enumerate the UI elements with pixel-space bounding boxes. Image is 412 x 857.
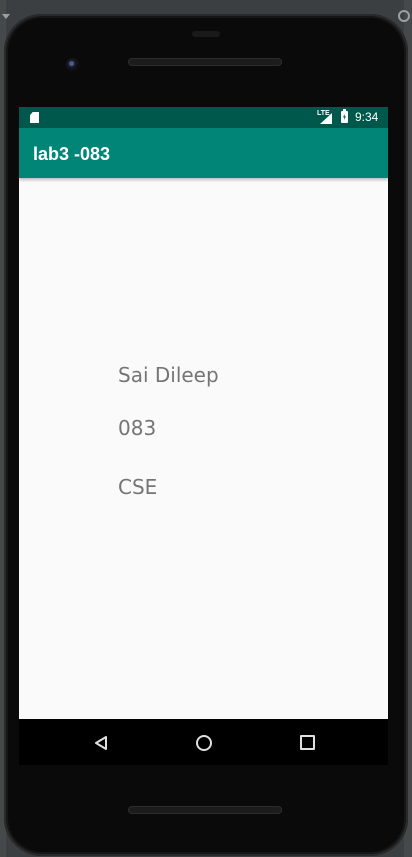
status-clock: 9:34: [355, 110, 379, 124]
home-icon[interactable]: [196, 735, 212, 751]
app-bar: lab3 -083: [19, 128, 388, 178]
front-camera-icon: [66, 58, 80, 72]
name-text: Sai Dileep: [118, 363, 219, 387]
navigation-bar: [19, 719, 388, 765]
sd-card-icon: [30, 112, 39, 123]
recents-icon[interactable]: [300, 735, 315, 750]
app-title: lab3 -083: [33, 144, 111, 164]
gear-icon[interactable]: [398, 10, 410, 22]
phone-frame: LTE 9:34 lab3 -083 Sai Dileep 083 CSE: [4, 14, 408, 856]
roll-number-text: 083: [118, 416, 157, 440]
dropdown-arrow-icon[interactable]: [2, 14, 10, 19]
top-speaker-grille: [128, 58, 282, 66]
branch-text: CSE: [118, 475, 158, 499]
earpiece-slot: [192, 31, 220, 37]
battery-charging-icon: [341, 109, 348, 123]
device-screen: LTE 9:34 lab3 -083 Sai Dileep 083 CSE: [19, 107, 388, 719]
bottom-speaker-grille: [128, 806, 282, 814]
status-bar: LTE 9:34: [19, 107, 388, 128]
back-icon[interactable]: [94, 736, 108, 750]
network-type-label: LTE: [317, 110, 330, 117]
